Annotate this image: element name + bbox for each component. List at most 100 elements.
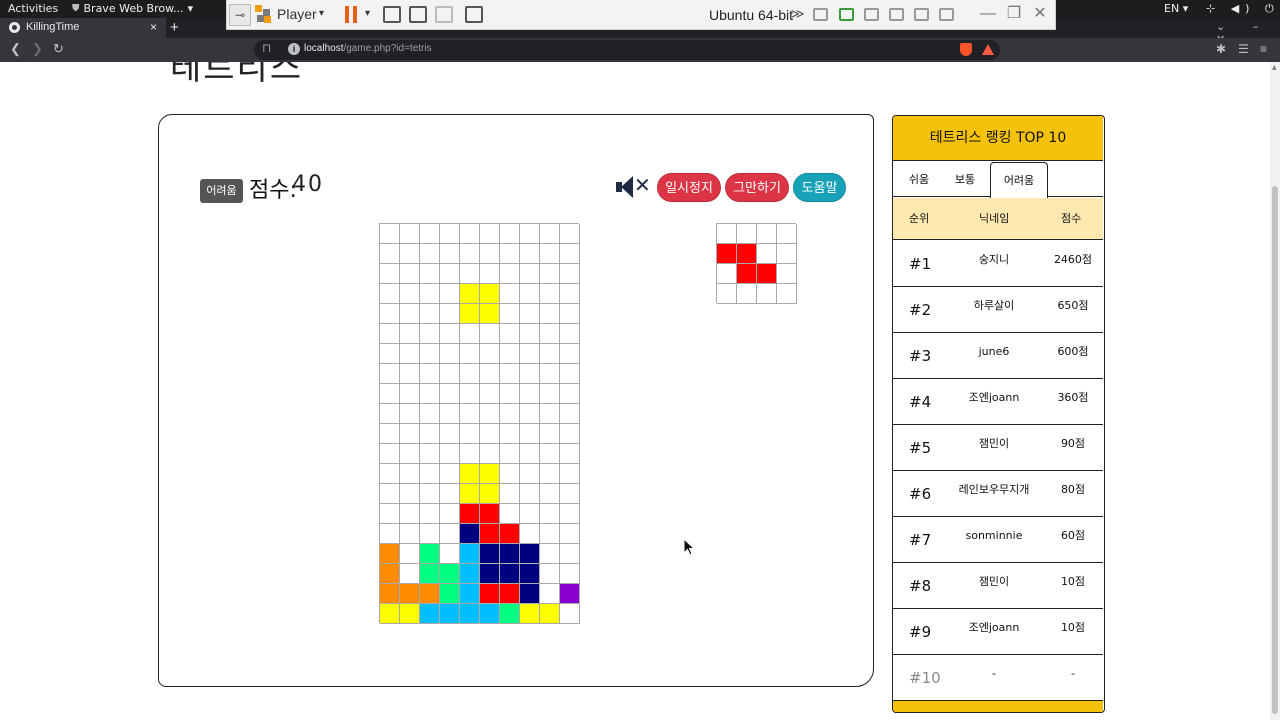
board-cell-empty [560,264,580,284]
close-tab-icon[interactable]: × [150,20,157,34]
board-cell-empty [540,344,560,364]
sound-card-icon[interactable] [914,8,929,21]
next-cell-empty [737,284,757,304]
help-button[interactable]: 도움말 [793,173,846,202]
browser-menu-icon[interactable]: ≡ [1260,42,1267,56]
network-icon[interactable] [839,8,854,21]
media-controls-icon[interactable]: ☰ [1238,42,1249,56]
quit-button[interactable]: 그만하기 [725,173,789,202]
board-cell-empty [420,244,440,264]
board-cell-empty [380,284,400,304]
rank-nickname: sonminnie [965,529,1023,542]
browser-tab-active[interactable]: KillingTime × [0,18,166,38]
board-cell-empty [540,524,560,544]
bookmark-icon[interactable]: ⊓ [262,41,271,55]
board-cell-empty [420,504,440,524]
tetris-board[interactable] [379,223,580,624]
tab-hard[interactable]: 어려움 [990,162,1048,198]
hard-disk-icon[interactable] [813,8,828,21]
new-tab-button[interactable]: + [170,19,179,36]
maximize-icon[interactable]: ❐ [1005,5,1023,23]
brave-rewards-icon[interactable] [982,44,994,55]
board-cell-filled [520,604,540,624]
board-cell-filled [380,564,400,584]
send-ctrl-alt-del-icon[interactable] [383,6,401,23]
board-cell-empty [520,464,540,484]
back-icon[interactable]: ❮ [10,41,21,57]
scroll-up-icon[interactable]: ▲ [1272,64,1277,71]
pin-icon[interactable]: ⊸ [229,4,251,26]
chevron-down-icon: ▾ [187,2,194,15]
board-cell-empty [560,524,580,544]
board-cell-empty [440,264,460,284]
chevron-down-icon[interactable]: ▾ [365,8,370,19]
page-scrollbar[interactable]: ▲ [1270,62,1280,720]
usb-icon[interactable] [864,8,879,21]
pause-button[interactable]: 일시정지 [657,173,721,202]
next-cell-empty [717,264,737,284]
brave-shields-icon[interactable] [960,43,972,56]
board-cell-empty [400,444,420,464]
tab-easy[interactable]: 쉬움 [897,162,941,197]
scrollbar-thumb[interactable] [1272,186,1278,714]
app-menu[interactable]: ⛊ Brave Web Brow... ▾ [72,2,193,15]
display-icon[interactable] [465,6,483,23]
board-cell-empty [540,384,560,404]
board-cell-empty [400,564,420,584]
printer-icon[interactable] [889,8,904,21]
cd-drive-icon[interactable] [939,8,954,21]
mute-x: ✕ [634,173,651,197]
site-info-icon[interactable]: i [288,43,300,55]
board-cell-empty [460,244,480,264]
page-viewport: 테트리스 어려움 점수: 40 ✕ 일시정지 그만하기 도움말 테트리스 랭킹 … [0,62,1270,720]
board-cell-empty [540,424,560,444]
tab-normal[interactable]: 보통 [943,162,987,197]
board-cell-empty [540,224,560,244]
board-cell-filled [520,564,540,584]
mute-speaker-icon[interactable]: ✕ [616,173,654,200]
pause-vm-icon[interactable] [345,6,359,23]
activities-button[interactable]: Activities [8,2,58,15]
input-language-menu[interactable]: EN ▾ [1164,2,1188,15]
extensions-icon[interactable]: ✱ [1216,42,1226,56]
board-cell-empty [460,324,480,344]
board-cell-empty [460,444,480,464]
board-cell-empty [400,324,420,344]
board-cell-empty [380,464,400,484]
rank-score: 600점 [1057,345,1089,358]
board-cell-empty [520,264,540,284]
difficulty-tabs: 쉬움 보통 어려움 [893,162,1103,198]
board-cell-empty [520,344,540,364]
ranking-panel: 테트리스 랭킹 TOP 10 쉬움 보통 어려움 순위 닉네임 점수 #1 숭지니… [892,115,1105,713]
player-menu[interactable]: Player [277,6,317,22]
board-cell-empty [460,344,480,364]
next-cell-filled [737,264,757,284]
unity-icon[interactable] [435,6,453,23]
board-cell-empty [560,424,580,444]
board-cell-empty [540,544,560,564]
board-cell-empty [380,424,400,444]
board-cell-empty [540,444,560,464]
board-cell-empty [400,464,420,484]
forward-icon[interactable]: ❯ [32,41,43,57]
close-icon[interactable]: ✕ [1031,5,1049,23]
rank-nickname: 숭지니 [978,253,1010,266]
board-cell-filled [500,564,520,584]
board-cell-empty [420,524,440,544]
board-cell-empty [520,504,540,524]
board-cell-filled [560,584,580,604]
more-devices-icon[interactable]: ≫ [791,6,805,22]
rank-score: 10점 [1060,575,1086,588]
reload-icon[interactable]: ↻ [53,41,64,57]
board-cell-empty [380,224,400,244]
board-cell-empty [460,224,480,244]
col-rank: 순위 [909,212,930,225]
chevron-down-icon[interactable]: ▾ [319,8,324,19]
board-cell-empty [440,504,460,524]
board-cell-empty [500,384,520,404]
board-cell-empty [440,464,460,484]
fullscreen-icon[interactable] [409,6,427,23]
url-field[interactable]: ⊓ i localhost/game.php?id=tetris [254,40,1000,60]
board-cell-empty [500,484,520,504]
minimize-icon[interactable]: — [979,5,997,23]
